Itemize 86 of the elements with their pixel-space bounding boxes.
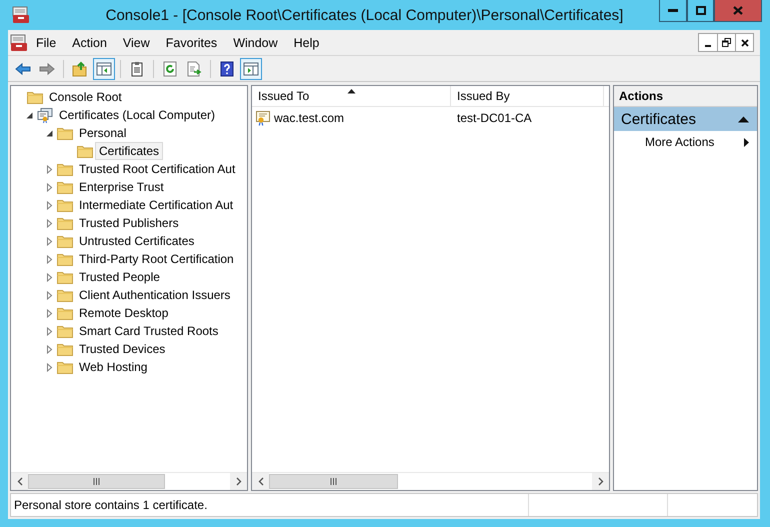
folder-icon [57, 252, 73, 266]
chevron-right-icon [598, 477, 604, 486]
show-tree-pane-button[interactable] [93, 58, 115, 80]
back-arrow-glyph-icon [15, 60, 31, 76]
tree-item[interactable]: Intermediate Certification Aut [75, 196, 238, 214]
clipboard-glyph-icon [129, 60, 145, 76]
tree-item[interactable]: Trusted Publishers [75, 214, 183, 232]
folder-icon [77, 144, 93, 158]
refresh-glyph-icon [162, 60, 178, 76]
minimize-icon [705, 44, 711, 46]
scroll-thumb[interactable] [269, 474, 398, 489]
grip-icon [93, 478, 100, 485]
folder-icon [57, 324, 73, 338]
column-header[interactable]: Issued To [252, 86, 451, 106]
restore-button[interactable] [717, 34, 735, 51]
expander-icon[interactable] [24, 110, 34, 120]
window-title: Console1 - [Console Root\Certificates (Local Computer)\Personal\Certificates] [104, 6, 624, 24]
folder-icon [57, 180, 73, 194]
minimize-button[interactable] [699, 34, 717, 51]
menu-item[interactable]: File [28, 36, 64, 50]
tree-item[interactable]: Certificates (Local Computer) [55, 106, 220, 124]
folder-icon [57, 270, 73, 284]
forward-arrow-glyph-icon [39, 60, 55, 76]
folder-icon [57, 360, 73, 374]
folder-icon [57, 216, 73, 230]
action-link[interactable]: More Actions [645, 135, 714, 149]
chevron-left-icon [258, 477, 264, 486]
close-icon [733, 6, 743, 15]
tree-item[interactable]: Console Root [45, 88, 126, 106]
folder-up-glyph-icon [72, 60, 88, 76]
menu-item[interactable]: View [114, 36, 158, 50]
tree-item[interactable]: Third-Party Root Certification [75, 250, 238, 268]
tree-item[interactable]: Trusted Root Certification Aut [75, 160, 240, 178]
actions-header: Actions [614, 86, 757, 107]
tree-item[interactable]: Trusted People [75, 268, 164, 286]
export-list-glyph-icon [186, 60, 202, 76]
table-cell: wac.test.com [274, 111, 344, 125]
minimize-button[interactable] [659, 0, 687, 22]
folder-icon [57, 162, 73, 176]
folder-icon [57, 342, 73, 356]
close-button[interactable] [735, 34, 753, 51]
tree-item[interactable]: Web Hosting [75, 358, 152, 376]
folder-icon [57, 288, 73, 302]
horizontal-scrollbar[interactable] [11, 472, 247, 490]
computer-certificate-icon [37, 107, 53, 123]
help-glyph-icon [219, 60, 235, 76]
collapse-icon [738, 116, 749, 122]
menu-item[interactable]: Window [225, 36, 286, 50]
status-text: Personal store contains 1 certificate. [14, 498, 208, 512]
tree-item[interactable]: Certificates [95, 142, 164, 160]
folder-icon [57, 126, 73, 140]
grip-icon [330, 478, 338, 485]
menu-item[interactable]: Action [64, 36, 115, 50]
actions-section-header[interactable]: Certificates [614, 107, 757, 131]
horizontal-scrollbar[interactable] [252, 472, 609, 490]
tree-item[interactable]: Untrusted Certificates [75, 232, 198, 250]
show-action-pane-glyph-icon [243, 60, 259, 76]
tree-item[interactable]: Remote Desktop [75, 304, 172, 322]
minimize-icon [668, 9, 678, 12]
certificate-icon [256, 110, 272, 126]
menu-item[interactable]: Help [286, 36, 328, 50]
sort-arrow-icon [347, 88, 356, 94]
folder-icon [27, 90, 43, 104]
folder-icon [57, 306, 73, 320]
chevron-left-icon [16, 477, 22, 486]
app-icon [12, 6, 30, 24]
menu-item[interactable]: Favorites [158, 36, 226, 50]
restore-icon [722, 38, 731, 47]
tree-item[interactable]: Personal [75, 124, 130, 142]
show-action-pane-button[interactable] [240, 58, 262, 80]
tree-item[interactable]: Client Authentication Issuers [75, 286, 234, 304]
maximize-icon [696, 6, 706, 15]
expander-icon[interactable] [44, 128, 54, 138]
show-tree-pane-glyph-icon [96, 60, 112, 76]
tree-item[interactable]: Trusted Devices [75, 340, 170, 358]
tree-item[interactable]: Enterprise Trust [75, 178, 168, 196]
close-icon [740, 38, 748, 46]
folder-icon [57, 234, 73, 248]
chevron-right-icon [236, 477, 242, 486]
submenu-arrow-icon [744, 138, 749, 146]
app-icon[interactable] [10, 34, 28, 52]
scroll-thumb[interactable] [28, 474, 166, 489]
tree-item[interactable]: Smart Card Trusted Roots [75, 322, 222, 340]
folder-icon [57, 198, 73, 212]
table-cell: test-DC01-CA [457, 111, 532, 125]
column-header[interactable]: Issued By [451, 86, 604, 106]
